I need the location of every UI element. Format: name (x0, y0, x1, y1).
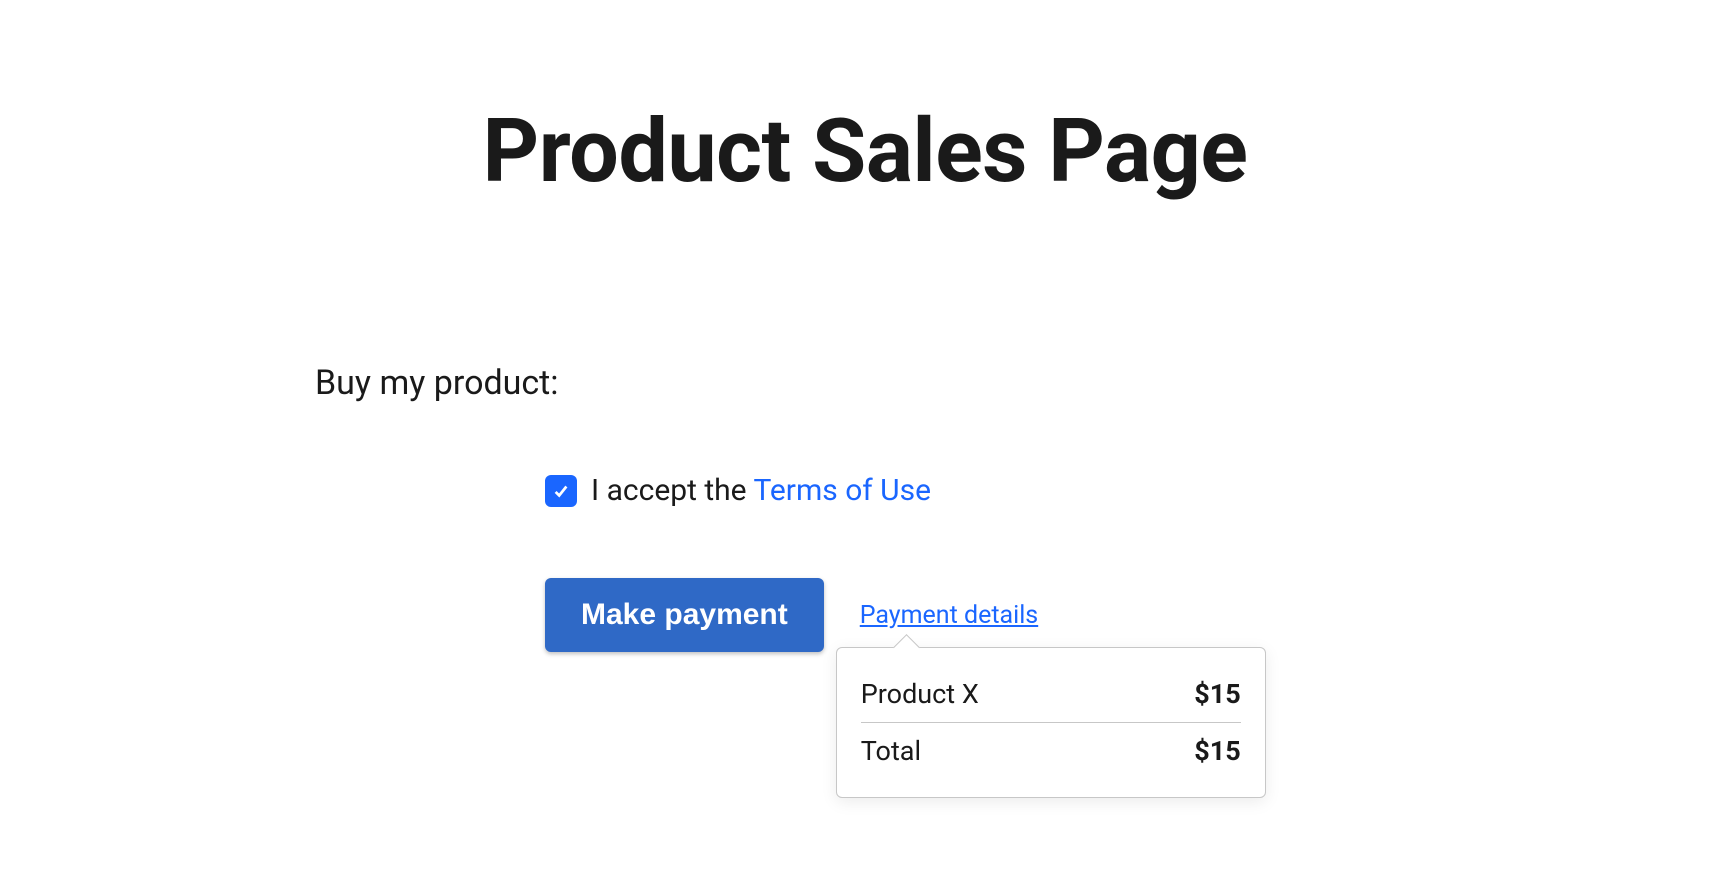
terms-prefix-text: I accept the (591, 473, 753, 508)
make-payment-button[interactable]: Make payment (545, 578, 824, 652)
terms-of-use-link[interactable]: Terms of Use (753, 473, 931, 508)
page-title: Product Sales Page (315, 100, 1415, 203)
terms-checkbox-row: I accept the Terms of Use (545, 473, 1415, 508)
terms-checkbox[interactable] (545, 475, 577, 507)
total-row: Total $15 (861, 722, 1241, 775)
line-item-price: $15 (1194, 678, 1240, 710)
line-item: Product X $15 (861, 670, 1241, 718)
buy-prompt: Buy my product: (315, 363, 1415, 403)
payment-details-popover: Product X $15 Total $15 (836, 647, 1266, 798)
total-price: $15 (1194, 735, 1240, 767)
payment-details-link[interactable]: Payment details (860, 601, 1038, 630)
line-item-label: Product X (861, 678, 979, 710)
check-icon (552, 482, 570, 500)
total-label: Total (861, 735, 921, 767)
